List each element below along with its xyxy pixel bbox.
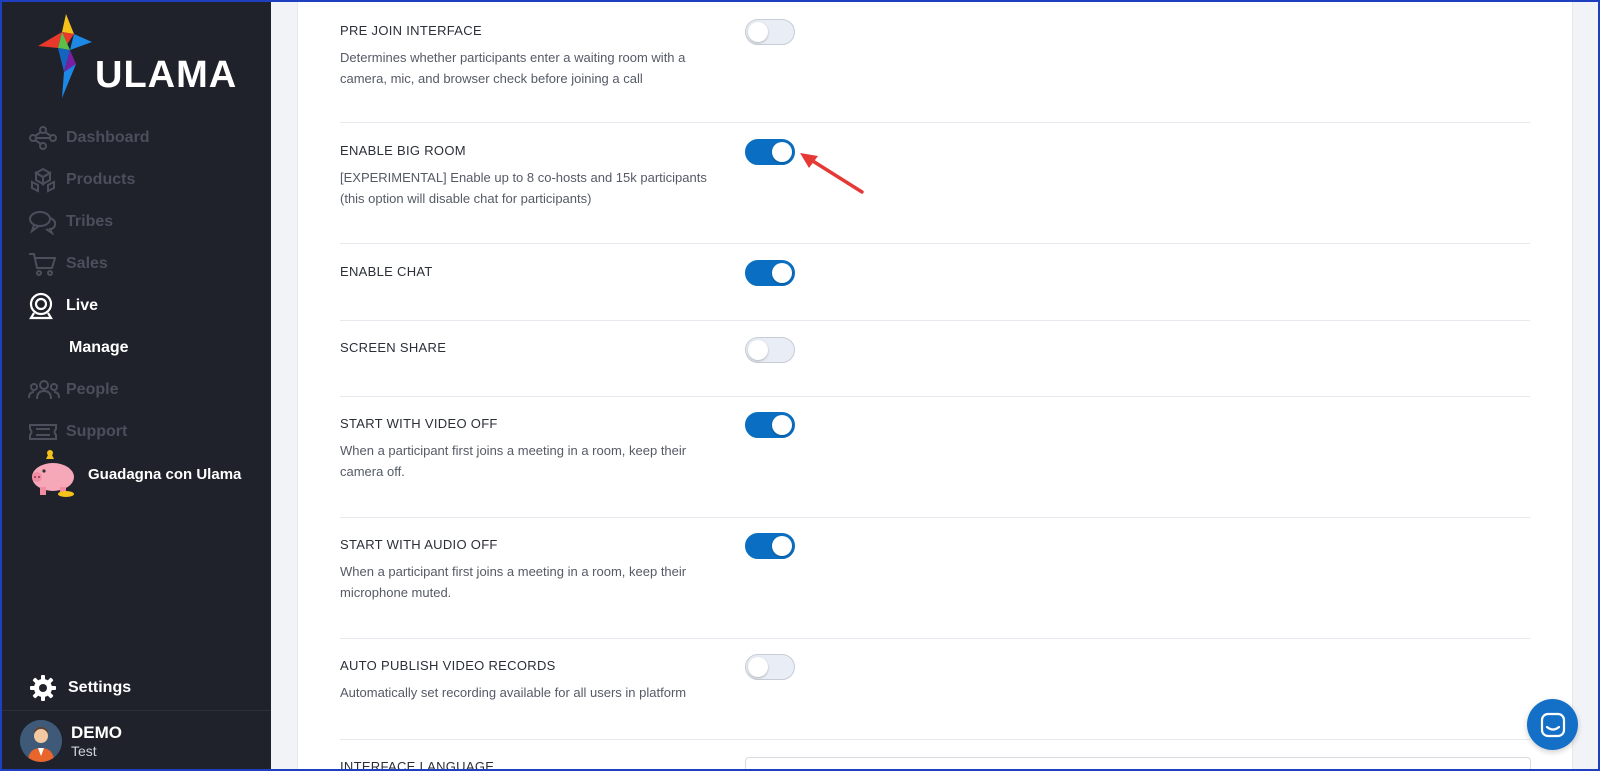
sidebar: ULAMA Dashboard Products Tribes Sales Li… [2,2,271,769]
sidebar-nav: Dashboard Products Tribes Sales Live Man… [2,117,271,453]
toggle-knob [772,263,792,283]
avatar [20,720,62,762]
big-room-toggle[interactable] [745,139,795,165]
annotation-arrow-icon [800,153,864,194]
origami-bird-icon [38,14,92,98]
setting-title: ENABLE CHAT [340,264,433,279]
ticket-icon [28,418,60,446]
chat-bubbles-icon [28,208,60,236]
gear-icon [30,675,56,701]
settings-label: Settings [68,679,132,696]
boxes-icon [28,166,60,194]
user-profile[interactable]: DEMO Test [20,720,122,762]
setting-title: SCREEN SHARE [340,340,447,355]
sidebar-item-live[interactable]: Live [2,285,271,327]
toggle-knob [772,142,792,162]
screen-share-toggle[interactable] [745,337,795,363]
pre-join-toggle[interactable] [745,19,795,45]
setting-title: AUTO PUBLISH VIDEO RECORDS [340,658,556,673]
setting-title: START WITH AUDIO OFF [340,537,498,552]
chat-toggle[interactable] [745,260,795,286]
sidebar-item-people[interactable]: People [2,369,271,411]
chat-icon [1540,712,1565,737]
sidebar-item-sales[interactable]: Sales [2,243,271,285]
setting-description: Determines whether participants enter a … [340,50,686,86]
setting-row-auto-publish: AUTO PUBLISH VIDEO RECORDS Automatically… [340,639,1530,740]
sidebar-item-label: Tribes [66,213,114,230]
interface-language-select[interactable] [745,757,1531,771]
setting-row-screen-share: SCREEN SHARE [340,321,1530,397]
webcam-icon [28,292,60,320]
sidebar-item-label: People [66,381,119,398]
sidebar-item-support[interactable]: Support [2,411,271,453]
setting-title: PRE JOIN INTERFACE [340,23,482,38]
sidebar-item-label: Products [66,171,136,188]
sidebar-item-label: Live [66,297,99,314]
sidebar-item-label: Dashboard [66,129,150,146]
setting-row-pre-join: PRE JOIN INTERFACE Determines whether pa… [340,2,1530,123]
sidebar-item-tribes[interactable]: Tribes [2,201,271,243]
video-off-toggle[interactable] [745,412,795,438]
setting-description: When a participant first joins a meeting… [340,564,687,600]
setting-title: ENABLE BIG ROOM [340,143,466,158]
user-name: DEMO [71,722,122,742]
setting-description: When a participant first joins a meeting… [340,443,687,479]
brand-wordmark: ULAMA [95,54,238,96]
cart-icon [28,250,60,278]
sidebar-item-products[interactable]: Products [2,159,271,201]
piggy-bank-icon [32,450,74,497]
setting-row-big-room: ENABLE BIG ROOM [EXPERIMENTAL] Enable up… [340,123,1530,244]
sidebar-item-label: Support [66,423,128,440]
sidebar-divider [2,710,271,711]
toggle-knob [772,415,792,435]
toggle-knob [748,340,768,360]
auto-publish-toggle[interactable] [745,654,795,680]
sidebar-item-promo[interactable]: Guadagna con Ulama [28,449,241,499]
setting-description: [EXPERIMENTAL] Enable up to 8 co-hosts a… [340,170,707,206]
setting-row-audio-off: START WITH AUDIO OFF When a participant … [340,518,1530,639]
toggle-knob [772,536,792,556]
setting-description: Automatically set recording available fo… [340,685,687,700]
sidebar-item-label: Sales [66,255,108,272]
sidebar-subitem-manage[interactable]: Manage [2,327,271,369]
setting-row-chat: ENABLE CHAT [340,244,1530,321]
setting-title: INTERFACE LANGUAGE [340,759,495,771]
people-icon [28,376,60,404]
support-chat-button[interactable] [1527,699,1578,750]
toggle-knob [748,657,768,677]
brand-logo[interactable]: ULAMA [36,12,246,102]
setting-title: START WITH VIDEO OFF [340,416,498,431]
sidebar-item-dashboard[interactable]: Dashboard [2,117,271,159]
toggle-knob [748,22,768,42]
sidebar-item-settings[interactable]: Settings [30,675,131,701]
audio-off-toggle[interactable] [745,533,795,559]
sidebar-item-label: Guadagna con Ulama [88,465,242,483]
network-icon [28,124,60,152]
user-subtitle: Test [71,742,97,759]
setting-row-video-off: START WITH VIDEO OFF When a participant … [340,397,1530,518]
